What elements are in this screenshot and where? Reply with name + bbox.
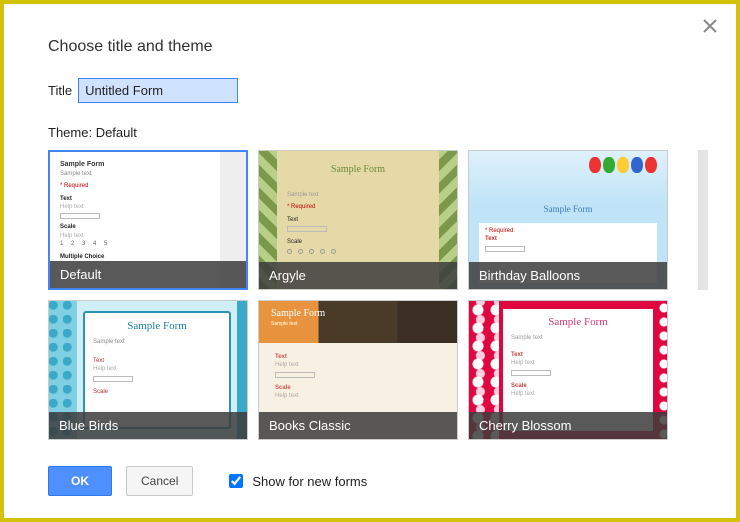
theme-card-default[interactable]: Sample Form Sample text * Required Text … <box>48 150 248 290</box>
theme-name: Default <box>50 261 246 288</box>
theme-name: Blue Birds <box>49 412 247 439</box>
show-for-new-forms-label: Show for new forms <box>252 474 367 489</box>
title-label: Title <box>48 83 72 98</box>
dialog-footer: OK Cancel Show for new forms <box>48 466 367 496</box>
theme-name: Books Classic <box>259 412 457 439</box>
close-icon[interactable] <box>702 18 718 34</box>
theme-name: Argyle <box>259 262 457 289</box>
dialog-frame: Choose title and theme Title Theme: Defa… <box>0 0 740 522</box>
show-for-new-forms-checkbox[interactable]: Show for new forms <box>225 471 367 491</box>
theme-label-prefix: Theme: <box>48 125 96 140</box>
theme-card-cherry-blossom[interactable]: Sample Form Sample text Text Help text S… <box>468 300 668 440</box>
theme-label: Theme: Default <box>48 125 692 140</box>
theme-name: Birthday Balloons <box>469 262 667 289</box>
theme-card-blue-birds[interactable]: Sample Form Sample text Text Help text S… <box>48 300 248 440</box>
theme-gallery: Sample Form Sample text * Required Text … <box>48 150 692 440</box>
cancel-button[interactable]: Cancel <box>126 466 193 496</box>
theme-name: Cherry Blossom <box>469 412 667 439</box>
theme-card-books-classic[interactable]: Sample Form Sample text Text Help text S… <box>258 300 458 440</box>
theme-card-argyle[interactable]: Sample Form Sample text * Required Text … <box>258 150 458 290</box>
title-row: Title <box>48 78 692 103</box>
dialog-content: Choose title and theme Title Theme: Defa… <box>4 4 736 456</box>
show-for-new-forms-input[interactable] <box>229 474 243 488</box>
gallery-scrollbar[interactable] <box>698 150 708 290</box>
theme-gallery-wrap: Sample Form Sample text * Required Text … <box>48 150 692 440</box>
ok-button[interactable]: OK <box>48 466 112 496</box>
dialog-heading: Choose title and theme <box>48 38 692 56</box>
theme-card-birthday-balloons[interactable]: Sample Form * Required Text Birthday Bal… <box>468 150 668 290</box>
title-input[interactable] <box>78 78 238 103</box>
theme-label-value: Default <box>96 125 137 140</box>
